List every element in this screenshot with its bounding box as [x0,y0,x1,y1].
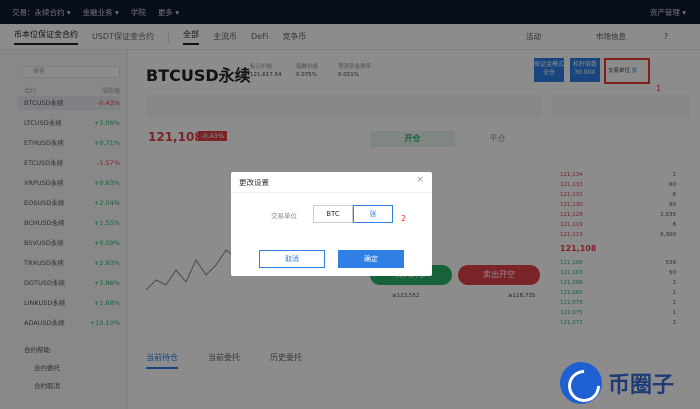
logo-icon [560,361,602,404]
unit-option-btc[interactable]: BTC [313,205,353,223]
close-icon[interactable]: × [416,175,424,185]
unit-option-zhang[interactable]: 张 [353,205,393,223]
settings-modal: 更改设置 × 交易单位 BTC 张 2 取消 确定 [231,172,432,276]
confirm-button[interactable]: 确定 [338,250,404,268]
modal-title: 更改设置 [239,178,269,187]
cancel-button[interactable]: 取消 [259,250,325,268]
logo-text: 币圈子 [608,372,675,398]
modal-divider [231,192,432,193]
annotation-2: 2 [401,214,407,223]
watermark-logo: 币圈子 [560,356,700,409]
unit-field-label: 交易单位 [271,212,297,220]
